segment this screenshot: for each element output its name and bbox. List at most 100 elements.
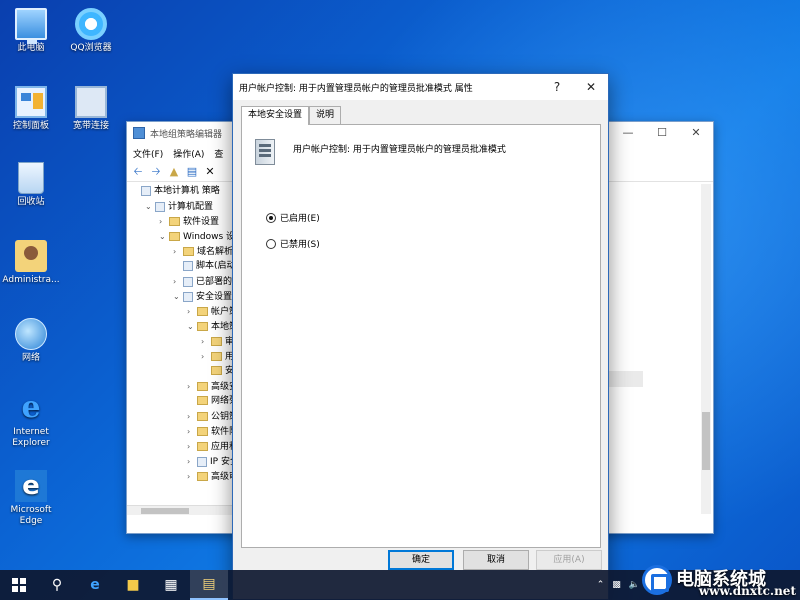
tree-item[interactable]: › IP 安全 [131,454,233,469]
folder-icon: ■ [126,577,140,593]
taskbar-store[interactable]: ▦ [152,570,190,600]
apply-button[interactable]: 应用(A) [536,550,602,570]
policy-sheet-icon [141,185,151,196]
watermark-logo-icon [642,565,672,595]
chevron-right-icon[interactable]: › [187,379,197,394]
folder-icon [169,217,180,226]
tree-item[interactable]: › 审 [131,334,233,349]
desktop-icon-qq-browser[interactable]: QQ浏览器 [62,8,120,54]
chevron-right-icon[interactable]: › [173,274,183,289]
desktop-icon-this-pc[interactable]: 此电脑 [2,8,60,54]
vertical-scrollbar[interactable] [701,184,711,514]
menu-view[interactable]: 查 [214,147,223,160]
desktop-icon-control-panel[interactable]: 控制面板 [2,86,60,132]
ok-button[interactable]: 确定 [388,550,454,570]
desktop-icon-recycle-bin[interactable]: 回收站 [2,162,60,208]
radio-label: 已禁用(S) [280,240,320,250]
chevron-right-icon[interactable]: › [187,409,197,424]
chevron-down-icon[interactable]: ⌄ [159,229,169,244]
tree-item[interactable]: › 软件限 [131,424,233,439]
horizontal-scrollbar[interactable] [127,505,233,515]
tree-item[interactable]: › 帐户策 [131,304,233,319]
folder-icon [197,472,208,481]
tree-item[interactable]: › 域名解析 [131,244,233,259]
policy-server-icon [255,139,275,165]
menu-action[interactable]: 操作(A) [173,147,204,160]
radio-disabled[interactable]: 已禁用(S) [266,237,320,250]
tree-item-label: 帐户策 [211,307,233,317]
cancel-button[interactable]: 取消 [463,550,529,570]
close-button[interactable]: ✕ [679,122,713,144]
broadband-icon [75,86,107,118]
tree-item-label: 脚本(启动 [196,261,233,271]
chevron-right-icon[interactable]: › [187,304,197,319]
taskbar-policy-editor[interactable]: ▤ [190,570,228,600]
start-button[interactable] [0,570,38,600]
chevron-down-icon[interactable]: ⌄ [173,289,183,304]
desktop-icon-administrator[interactable]: Administra... [0,240,62,286]
tree-item[interactable]: 脚本(启动 [131,259,233,274]
taskbar-file-explorer[interactable]: ■ [114,570,152,600]
desktop-icon-edge[interactable]: e Microsoft Edge [2,470,60,527]
desktop-icon-network[interactable]: 网络 [2,318,60,364]
chevron-right-icon[interactable]: › [173,244,183,259]
menu-file[interactable]: 文件(F) [133,147,163,160]
radio-button[interactable] [266,238,276,249]
tree-item[interactable]: › 高级审 [131,469,233,484]
policy-tree[interactable]: 本地计算机 策略 ⌄ 计算机配置 › 软件设置 ⌄ Windows 设 › 域名解析 脚本(启动 ›… [131,184,233,504]
network-tray-icon[interactable]: ▩ [612,580,621,590]
policy-properties-dialog[interactable]: 用户帐户控制: 用于内置管理员帐户的管理员批准模式 属性 ? ✕ 本地安全设置 … [232,73,609,600]
chevron-down-icon[interactable]: ⌄ [187,319,197,334]
up-folder-icon[interactable]: ▲ [167,165,181,179]
chevron-right-icon[interactable]: › [187,454,197,469]
show-tree-icon[interactable]: ▤ [185,165,199,179]
minimize-button[interactable]: — [611,122,645,144]
chevron-right-icon[interactable]: › [187,424,197,439]
close-button[interactable]: ✕ [574,74,608,100]
ie-icon: e [21,390,41,425]
back-arrow-icon[interactable]: 🡠 [131,165,145,179]
delete-icon[interactable]: ✕ [203,165,217,179]
tree-item[interactable]: 本地计算机 策略 [131,184,233,199]
radio-button[interactable] [266,212,276,223]
taskbar-edge[interactable]: e [76,570,114,600]
desktop-icon-label: 宽带连接 [72,121,109,131]
tree-item[interactable]: ⌄ Windows 设 [131,229,233,244]
desktop-icon-label: 控制面板 [12,121,49,131]
tree-item-label: 软件设置 [183,217,220,227]
tab-local-security-setting[interactable]: 本地安全设置 [241,106,310,125]
chevron-right-icon[interactable]: › [159,214,169,229]
tree-item[interactable]: ⌄ 本地策 [131,319,233,334]
tree-item-label: 软件限 [211,427,233,437]
tree-item[interactable]: 网络列 [131,394,233,409]
tree-item[interactable]: ⌄ 计算机配置 [131,199,233,214]
forward-arrow-icon[interactable]: 🡢 [149,165,163,179]
folder-icon [197,382,208,391]
tree-item[interactable]: › 公钥策 [131,409,233,424]
tree-item[interactable]: › 应用程 [131,439,233,454]
chevron-right-icon[interactable]: › [187,439,197,454]
desktop-icon-broadband[interactable]: 宽带连接 [62,86,120,132]
folder-icon [197,442,208,451]
tree-item-label: Windows 设 [183,232,233,242]
desktop-icon-ie[interactable]: e Internet Explorer [2,392,60,449]
selected-row-highlight [607,371,643,387]
radio-enabled[interactable]: 已启用(E) [266,211,320,224]
tree-item[interactable]: ⌄ 安全设置 [131,289,233,304]
chevron-right-icon[interactable]: › [201,349,211,364]
tree-item[interactable]: › 软件设置 [131,214,233,229]
tree-item[interactable]: › 已部署的 [131,274,233,289]
maximize-button[interactable]: ☐ [645,122,679,144]
chevron-down-icon[interactable]: ⌄ [145,199,155,214]
tree-item[interactable]: › 用 [131,349,233,364]
chevron-right-icon[interactable]: › [187,469,197,484]
tab-explain[interactable]: 说明 [309,106,342,124]
tree-item[interactable]: › 高级安 [131,379,233,394]
search-button[interactable]: ⚲ [38,570,76,600]
system-tray: ⌃ ▩ 🔈 [597,570,640,600]
help-button[interactable]: ? [540,74,574,100]
volume-icon[interactable]: 🔈 [629,580,640,590]
chevron-right-icon[interactable]: › [201,334,211,349]
chevron-up-icon[interactable]: ⌃ [597,580,605,590]
tree-item[interactable]: 安 [131,364,233,379]
